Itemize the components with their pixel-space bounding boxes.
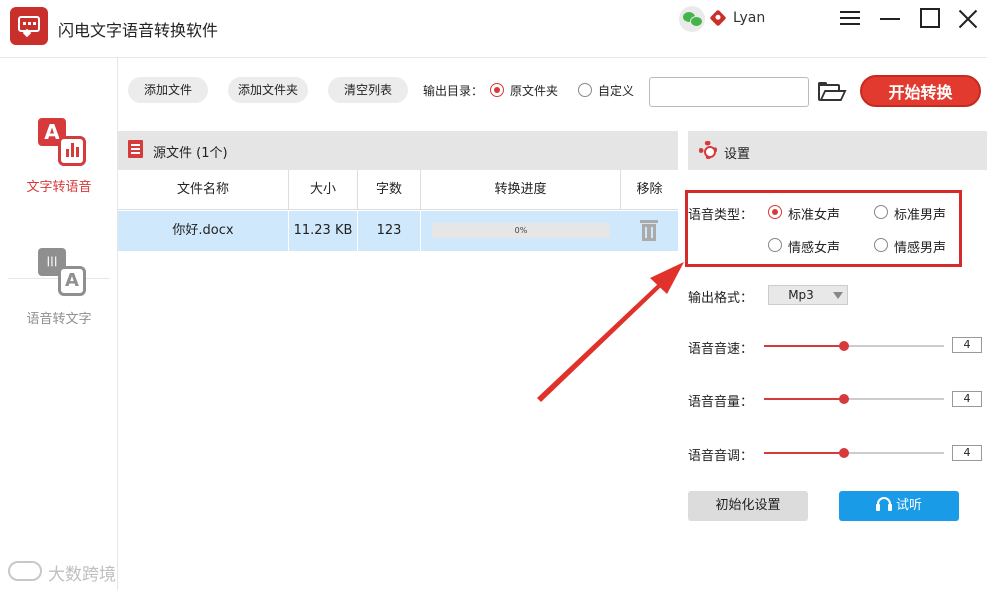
annotation-arrow [537,262,684,402]
